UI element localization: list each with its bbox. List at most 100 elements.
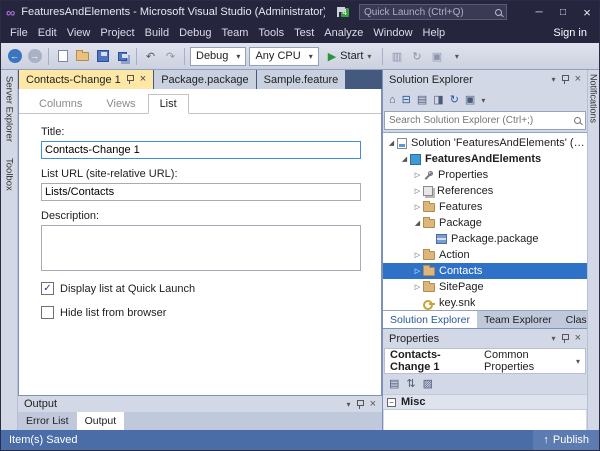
tab-solution-explorer[interactable]: Solution Explorer	[383, 311, 477, 328]
solution-explorer-header[interactable]: Solution Explorer ▾ ×	[383, 70, 587, 89]
doc-tab-package-package[interactable]: Package.package	[154, 70, 255, 89]
tree-item-solution-featuresandelements-1-project[interactable]: ◢Solution 'FeaturesAndElements' (1 proje…	[383, 135, 587, 151]
window-position-icon[interactable]: ▾	[552, 334, 556, 343]
solution-platform-dropdown[interactable]: Any CPU ▾	[249, 47, 318, 66]
save-icon[interactable]	[94, 48, 111, 65]
tree-item-package[interactable]: ◢Package	[383, 215, 587, 231]
menu-project[interactable]: Project	[95, 27, 139, 39]
maximize-button[interactable]: □	[551, 1, 575, 23]
menu-window[interactable]: Window	[368, 27, 417, 39]
find-icon[interactable]: ▣	[428, 48, 445, 65]
close-icon[interactable]: ×	[370, 399, 376, 410]
pin-icon[interactable]	[356, 399, 365, 410]
minimize-button[interactable]: ─	[527, 1, 551, 23]
tree-item-action[interactable]: ▷Action	[383, 247, 587, 263]
home-icon[interactable]: ⌂	[389, 95, 396, 106]
tree-item-key-snk[interactable]: key.snk	[383, 295, 587, 311]
tree-item-references[interactable]: ▷References	[383, 183, 587, 199]
start-debug-button[interactable]: ▶ Start ▾	[322, 46, 378, 66]
menu-team[interactable]: Team	[217, 27, 254, 39]
pin-icon[interactable]	[126, 74, 135, 85]
expand-icon[interactable]: ▷	[412, 203, 423, 211]
expand-icon[interactable]: ▷	[412, 171, 423, 179]
menu-analyze[interactable]: Analyze	[319, 27, 368, 39]
tree-item-features[interactable]: ▷Features	[383, 199, 587, 215]
rail-server-explorer[interactable]: Server Explorer	[4, 76, 15, 142]
hide-from-browser-checkbox[interactable]	[41, 306, 54, 319]
properties-object-dropdown[interactable]: Contacts-Change 1 Common Properties ▾	[384, 348, 586, 374]
solution-search-input[interactable]	[389, 115, 571, 126]
quick-launch-input[interactable]	[364, 7, 495, 18]
collapse-icon[interactable]: ◢	[399, 155, 410, 163]
collapse-all-icon[interactable]: ⊟	[402, 95, 411, 106]
navigate-back-icon[interactable]: ←	[6, 48, 23, 65]
new-file-icon[interactable]	[54, 48, 71, 65]
menu-file[interactable]: File	[5, 27, 33, 39]
save-all-icon[interactable]	[114, 48, 131, 65]
expand-icon[interactable]: ▷	[412, 283, 423, 291]
view-code-icon[interactable]: ▣	[465, 95, 475, 106]
properties-header[interactable]: Properties ▾ ×	[383, 329, 587, 348]
designer-tab-list[interactable]: List	[148, 94, 189, 114]
tree-item-properties[interactable]: ▷Properties	[383, 167, 587, 183]
preview-selected-icon[interactable]: ◨	[433, 95, 443, 106]
menu-help[interactable]: Help	[418, 27, 451, 39]
close-icon[interactable]: ×	[575, 333, 581, 344]
tab-team-explorer[interactable]: Team Explorer	[477, 311, 559, 328]
redo-icon[interactable]: ↷	[162, 48, 179, 65]
collapse-group-icon[interactable]: −	[387, 398, 396, 407]
sign-in-button[interactable]: Sign in	[545, 27, 595, 39]
designer-tab-views[interactable]: Views	[94, 94, 147, 114]
chevron-down-icon[interactable]: ▾	[481, 96, 485, 105]
notifications-flag-button[interactable]: 4	[337, 7, 349, 17]
tab-output[interactable]: Output	[77, 412, 125, 430]
tree-item-package-package[interactable]: Package.package	[383, 231, 587, 247]
refresh-icon[interactable]: ↻	[450, 95, 459, 106]
expand-icon[interactable]: ▷	[412, 267, 423, 275]
solution-configuration-dropdown[interactable]: Debug ▾	[190, 47, 246, 66]
window-position-icon[interactable]: ▾	[552, 75, 556, 84]
menu-build[interactable]: Build	[140, 27, 174, 39]
navigate-forward-icon[interactable]: →	[26, 48, 43, 65]
categorized-icon[interactable]: ▤	[389, 379, 399, 390]
menu-test[interactable]: Test	[289, 27, 319, 39]
menu-debug[interactable]: Debug	[174, 27, 216, 39]
toolbar-overflow-icon[interactable]: ▾	[448, 48, 465, 65]
output-panel-header[interactable]: Output ▾ ×	[18, 395, 382, 412]
rail-notifications[interactable]: Notifications	[589, 74, 599, 430]
close-button[interactable]: ×	[575, 1, 599, 23]
pin-icon[interactable]	[561, 74, 570, 85]
build-icon[interactable]: ▥	[388, 48, 405, 65]
close-icon[interactable]: ×	[140, 74, 146, 85]
display-quick-launch-checkbox[interactable]	[41, 282, 54, 295]
properties-icon[interactable]: ▤	[417, 95, 427, 106]
tree-item-featuresandelements[interactable]: ◢FeaturesAndElements	[383, 151, 587, 167]
expand-icon[interactable]: ▷	[412, 187, 423, 195]
undo-icon[interactable]: ↶	[142, 48, 159, 65]
designer-tab-columns[interactable]: Columns	[27, 94, 94, 114]
quick-launch-box[interactable]	[359, 4, 507, 20]
description-input[interactable]	[41, 225, 361, 271]
alphabetical-sort-icon[interactable]: ⇅	[406, 379, 415, 390]
doc-tab-contacts-change-1[interactable]: Contacts-Change 1×	[19, 70, 153, 89]
solution-search-box[interactable]	[384, 111, 586, 130]
title-input[interactable]	[41, 141, 361, 159]
refresh-icon[interactable]: ↻	[408, 48, 425, 65]
doc-tab-sample-feature[interactable]: Sample.feature	[257, 70, 346, 89]
menu-edit[interactable]: Edit	[33, 27, 62, 39]
collapse-icon[interactable]: ◢	[412, 219, 423, 227]
tree-item-sitepage[interactable]: ▷SitePage	[383, 279, 587, 295]
close-icon[interactable]: ×	[575, 74, 581, 85]
collapse-icon[interactable]: ◢	[386, 139, 397, 147]
properties-group-misc[interactable]: − Misc	[383, 394, 587, 410]
tree-item-contacts[interactable]: ▷Contacts	[383, 263, 587, 279]
menu-tools[interactable]: Tools	[253, 27, 289, 39]
publish-button[interactable]: ↑ Publish	[533, 430, 599, 450]
expand-icon[interactable]: ▷	[412, 251, 423, 259]
menu-view[interactable]: View	[62, 27, 96, 39]
open-file-icon[interactable]	[74, 48, 91, 65]
list-url-input[interactable]	[41, 183, 361, 201]
window-position-icon[interactable]: ▾	[347, 400, 351, 409]
property-pages-icon[interactable]: ▨	[423, 379, 433, 390]
tab-error-list[interactable]: Error List	[18, 412, 77, 430]
